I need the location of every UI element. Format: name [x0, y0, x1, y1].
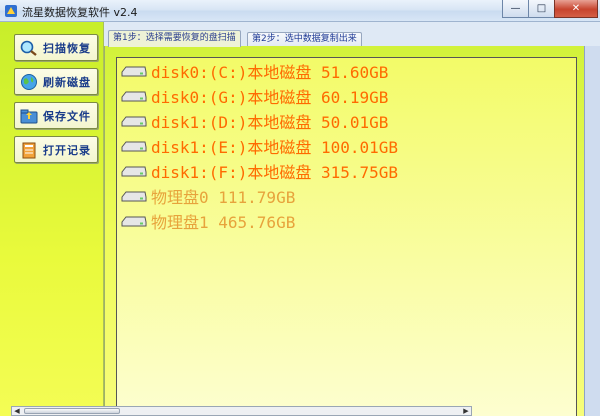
- window-title: 流星数据恢复软件 v2.4: [22, 6, 138, 19]
- scan-recover-label: 扫描恢复: [43, 41, 91, 55]
- disk-label: disk0:(C:)本地磁盘 51.60GB: [151, 63, 389, 82]
- refresh-disks-button[interactable]: 刷新磁盘: [14, 68, 98, 95]
- scroll-left-arrow-icon[interactable]: ◀: [12, 407, 22, 416]
- hard-drive-icon: [121, 141, 147, 152]
- horizontal-scrollbar[interactable]: ◀ ▶: [11, 406, 472, 416]
- save-files-label: 保存文件: [43, 109, 91, 123]
- globe-refresh-icon: [18, 72, 40, 92]
- list-item[interactable]: disk1:(E:)本地磁盘 100.01GB: [121, 134, 398, 158]
- tab-panel: disk0:(C:)本地磁盘 51.60GB disk0:(G:)本地磁盘 60…: [104, 46, 600, 416]
- disk-label: disk1:(F:)本地磁盘 315.75GB: [151, 163, 399, 182]
- hard-drive-icon: [121, 216, 147, 227]
- app-logo-icon: [5, 5, 17, 17]
- title-bar: 流星数据恢复软件 v2.4 — □ ✕: [0, 0, 600, 22]
- notebook-icon: [18, 140, 40, 160]
- sidebar: 扫描恢复 刷新磁盘 保存文件 打开记录: [0, 22, 104, 416]
- list-item[interactable]: disk0:(G:)本地磁盘 60.19GB: [121, 84, 388, 108]
- disk-label: disk1:(D:)本地磁盘 50.01GB: [151, 113, 389, 132]
- close-button[interactable]: ✕: [554, 0, 598, 18]
- list-item[interactable]: 物理盘0 111.79GB: [121, 184, 295, 208]
- scroll-right-arrow-icon[interactable]: ▶: [461, 407, 471, 416]
- minimize-button[interactable]: —: [502, 0, 528, 18]
- magnify-scan-icon: [18, 38, 40, 58]
- scan-recover-button[interactable]: 扫描恢复: [14, 34, 98, 61]
- save-folder-icon: [18, 106, 40, 126]
- disk-label: 物理盘1 465.76GB: [151, 213, 296, 232]
- disk-label: 物理盘0 111.79GB: [151, 188, 296, 207]
- tab-step2[interactable]: 第2步：选中数据复制出来: [247, 32, 362, 46]
- hard-drive-icon: [121, 116, 147, 127]
- window-controls: — □ ✕: [502, 0, 598, 18]
- open-log-label: 打开记录: [43, 143, 91, 157]
- hard-drive-icon: [121, 66, 147, 77]
- window-right-edge: [584, 46, 600, 416]
- hard-drive-icon: [121, 166, 147, 177]
- save-files-button[interactable]: 保存文件: [14, 102, 98, 129]
- disk-label: disk0:(G:)本地磁盘 60.19GB: [151, 88, 389, 107]
- disk-list: disk0:(C:)本地磁盘 51.60GB disk0:(G:)本地磁盘 60…: [116, 57, 577, 416]
- list-item[interactable]: 物理盘1 465.76GB: [121, 209, 295, 233]
- list-item[interactable]: disk0:(C:)本地磁盘 51.60GB: [121, 59, 388, 83]
- list-item[interactable]: disk1:(D:)本地磁盘 50.01GB: [121, 109, 388, 133]
- list-item[interactable]: disk1:(F:)本地磁盘 315.75GB: [121, 159, 398, 183]
- refresh-disks-label: 刷新磁盘: [43, 75, 91, 89]
- scrollbar-thumb[interactable]: [24, 408, 120, 414]
- tab-strip: 第1步：选择需要恢复的盘扫描 第2步：选中数据复制出来: [104, 22, 600, 47]
- open-log-button[interactable]: 打开记录: [14, 136, 98, 163]
- hard-drive-icon: [121, 191, 147, 202]
- maximize-button[interactable]: □: [528, 0, 554, 18]
- disk-label: disk1:(E:)本地磁盘 100.01GB: [151, 138, 399, 157]
- hard-drive-icon: [121, 91, 147, 102]
- tab-step1[interactable]: 第1步：选择需要恢复的盘扫描: [108, 30, 241, 47]
